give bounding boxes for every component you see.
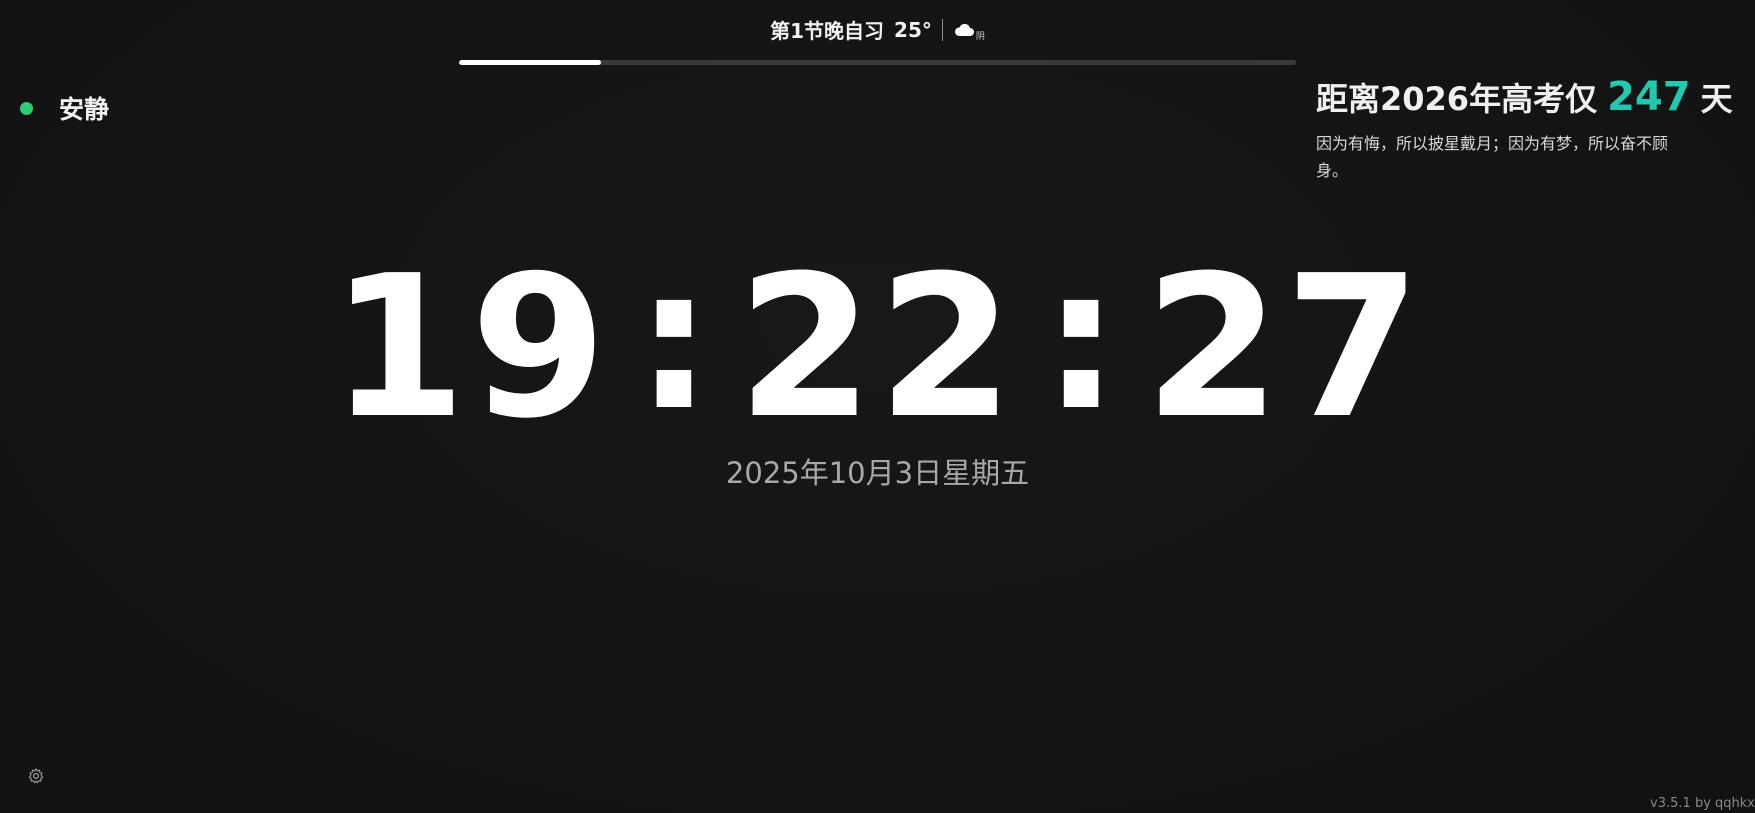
countdown-days: 247 xyxy=(1607,74,1691,120)
temperature: 25° xyxy=(894,17,932,42)
clock-minutes: 22 xyxy=(737,234,1018,462)
countdown-prefix: 距离2026年高考仅 xyxy=(1316,80,1598,118)
noise-indicator: 安静 xyxy=(20,90,109,126)
period-progress-fill xyxy=(459,60,602,65)
clock-separator: : xyxy=(634,226,714,454)
top-status-bar: 第1节晚自习 25° 阴 xyxy=(0,15,1755,44)
gear-icon xyxy=(28,768,44,784)
exam-countdown: 距离2026年高考仅 247 天 因为有悔，所以披星戴月；因为有梦，所以奋不顾身… xyxy=(1316,74,1746,184)
clock-seconds: 27 xyxy=(1144,234,1426,462)
motto: 因为有悔，所以披星戴月；因为有梦，所以奋不顾身。 xyxy=(1316,134,1669,180)
noise-status-label: 安静 xyxy=(59,95,110,124)
app-root: 第1节晚自习 25° 阴 安静 距离2026年高考仅 247 天 因为有悔，所以… xyxy=(0,0,1755,813)
countdown-unit: 天 xyxy=(1700,80,1733,118)
cloud-icon xyxy=(954,23,974,36)
settings-button[interactable] xyxy=(27,767,45,785)
countdown-line: 距离2026年高考仅 247 天 xyxy=(1316,74,1746,120)
clock-hours: 19 xyxy=(329,234,611,462)
weather: 阴 xyxy=(953,22,985,42)
period-progress-bar xyxy=(459,60,1296,65)
clock-separator: : xyxy=(1041,226,1121,454)
noise-status-dot xyxy=(20,101,33,115)
status-divider xyxy=(941,18,943,41)
weather-text: 阴 xyxy=(975,31,985,42)
clock: 19 : 22 : 27 xyxy=(0,234,1755,462)
date-label: 2025年10月3日星期五 xyxy=(725,456,1030,490)
version-label: v3.5.1 by qqhkx xyxy=(1650,796,1755,811)
period-name: 第1节晚自习 xyxy=(770,19,885,43)
